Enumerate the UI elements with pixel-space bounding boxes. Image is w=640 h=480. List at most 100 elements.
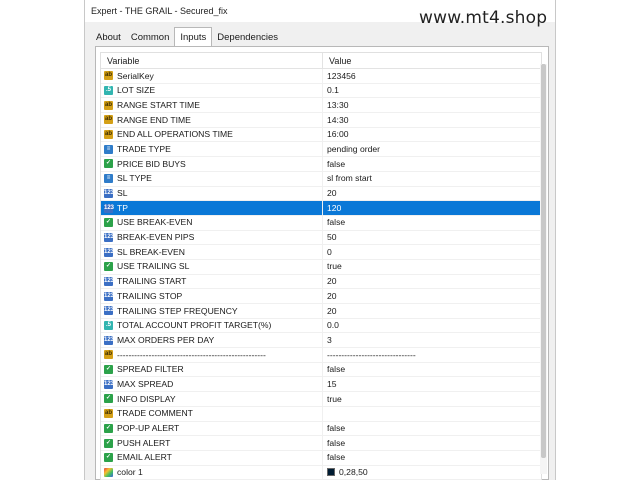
vertical-scrollbar[interactable] [540,64,547,474]
value-cell[interactable]: 0 [323,245,541,259]
variable-cell: 123 TRAILING STEP FREQUENCY [101,304,323,318]
value-cell[interactable]: 0,28,50 [323,466,541,480]
boolean-type-icon: ✓ [104,438,113,448]
value-cell[interactable]: 120 [323,201,541,215]
value-cell[interactable]: ------------------------------- [323,348,541,362]
table-row[interactable]: ab RANGE START TIME 13:30 [101,98,541,114]
table-row[interactable]: 123 SL BREAK-EVEN 0 [101,245,541,260]
table-row[interactable]: ✓ USE BREAK-EVEN false [101,215,541,231]
value-cell[interactable]: true [323,392,541,406]
tab-common[interactable]: Common [126,29,175,46]
table-row[interactable]: 123 TRAILING STEP FREQUENCY 20 [101,304,541,319]
table-row[interactable]: ✓ INFO DISPLAY true [101,392,541,407]
variable-name: TRADE COMMENT [117,408,193,419]
variable-cell: 123 SL BREAK-EVEN [101,245,323,259]
value-cell[interactable]: 20 [323,187,541,201]
table-row[interactable]: ≡ TRADE TYPE pending order [101,142,541,158]
table-row[interactable]: color 1 0,28,50 [101,465,541,480]
value-cell[interactable]: false [323,436,541,450]
table-row[interactable]: .5 TOTAL ACCOUNT PROFIT TARGET(%) 0.0 [101,318,541,334]
value-cell[interactable] [323,407,541,421]
variable-name: SL BREAK-EVEN [117,246,185,257]
value-cell[interactable]: 20 [323,304,541,318]
table-row[interactable]: 123 TRAILING STOP 20 [101,289,541,304]
table-row[interactable]: 123 BREAK-EVEN PIPS 50 [101,230,541,246]
variable-cell: ✓ POP-UP ALERT [101,421,323,436]
variable-name: USE TRAILING SL [117,261,190,272]
value-cell[interactable]: 13:30 [323,98,541,112]
value-cell[interactable]: false [323,363,541,377]
boolean-type-icon: ✓ [104,159,113,169]
variable-name: PRICE BID BUYS [117,158,186,169]
value-cell[interactable]: 16:00 [323,128,541,142]
variable-cell: 123 TP [101,201,323,215]
variable-cell: ✓ INFO DISPLAY [101,392,323,406]
table-row[interactable]: ab SerialKey 123456 [101,69,541,84]
value-cell[interactable]: false [323,157,541,171]
value-cell[interactable]: pending order [323,142,541,156]
variable-cell: 123 TRAILING START [101,274,323,289]
integer-type-icon: 123 [104,203,115,213]
tab-dependencies[interactable]: Dependencies [212,29,283,46]
variable-value: false [327,364,346,375]
tab-about[interactable]: About [91,29,126,46]
color-swatch[interactable] [327,468,335,477]
variable-name: SerialKey [117,70,154,81]
table-row[interactable]: ≡ SL TYPE sl from start [101,171,541,187]
value-cell[interactable]: false [323,451,541,465]
table-row[interactable]: 123 TP 120 [101,201,541,216]
table-header: Variable Value [101,53,541,69]
value-cell[interactable]: 20 [323,289,541,303]
value-cell[interactable]: false [323,422,541,436]
variable-value: 20 [327,276,337,287]
table-row[interactable]: 123 SL 20 [101,186,541,202]
variable-value: 15 [327,378,337,389]
table-row[interactable]: ab --------------------------------------… [101,348,541,363]
value-cell[interactable]: true [323,260,541,274]
table-row[interactable]: ✓ POP-UP ALERT false [101,421,541,437]
string-type-icon: ab [104,409,113,419]
value-cell[interactable]: 20 [323,275,541,289]
value-cell[interactable]: 123456 [323,69,541,83]
variable-value: false [327,452,346,463]
variable-cell: ✓ PUSH ALERT [101,436,323,450]
variable-value: 20 [327,305,337,316]
integer-type-icon: 123 [104,306,115,316]
value-cell[interactable]: false [323,216,541,230]
value-cell[interactable]: 3 [323,333,541,347]
variable-name: RANGE START TIME [117,99,200,110]
table-row[interactable]: 123 MAX SPREAD 15 [101,377,541,393]
column-header-value[interactable]: Value [323,53,541,68]
table-row[interactable]: ab RANGE END TIME 14:30 [101,113,541,128]
table-row[interactable]: ✓ USE TRAILING SL true [101,259,541,275]
value-cell[interactable]: 0.1 [323,84,541,98]
table-row[interactable]: 123 MAX ORDERS PER DAY 3 [101,333,541,349]
integer-type-icon: 123 [104,247,115,257]
column-header-variable[interactable]: Variable [101,53,323,68]
table-row[interactable]: ab TRADE COMMENT [101,406,541,422]
value-cell[interactable]: 50 [323,231,541,245]
scrollbar-thumb[interactable] [541,64,546,458]
variable-name: LOT SIZE [117,85,156,96]
table-row[interactable]: .5 LOT SIZE 0.1 [101,83,541,99]
value-cell[interactable]: 0.0 [323,319,541,333]
table-row[interactable]: 123 TRAILING START 20 [101,274,541,290]
table-row[interactable]: ab END ALL OPERATIONS TIME 16:00 [101,127,541,143]
table-row[interactable]: ✓ PRICE BID BUYS false [101,157,541,172]
tab-inputs[interactable]: Inputs [174,27,213,46]
value-cell[interactable]: sl from start [323,172,541,186]
variable-name: color 1 [117,467,143,478]
variable-name: TOTAL ACCOUNT PROFIT TARGET(%) [117,320,272,331]
table-row[interactable]: ✓ EMAIL ALERT false [101,450,541,466]
value-cell[interactable]: 14:30 [323,113,541,127]
integer-type-icon: 123 [104,276,115,286]
table-row[interactable]: ✓ PUSH ALERT false [101,436,541,451]
value-cell[interactable]: 15 [323,377,541,391]
variable-name: TRAILING STEP FREQUENCY [117,305,238,316]
table-row[interactable]: ✓ SPREAD FILTER false [101,362,541,378]
boolean-type-icon: ✓ [104,218,113,228]
variable-name: PUSH ALERT [117,437,171,448]
string-type-icon: ab [104,100,113,110]
string-type-icon: ab [104,115,113,125]
variable-cell: ✓ USE BREAK-EVEN [101,215,323,230]
